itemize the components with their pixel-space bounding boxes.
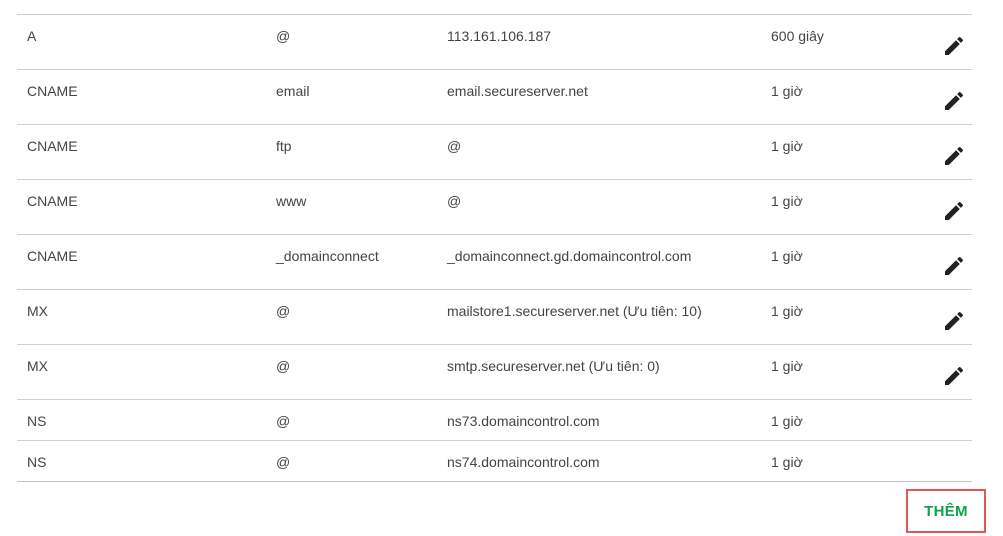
table-row: CNAME _domainconnect _domainconnect.gd.d…: [17, 235, 972, 290]
record-ttl: 1 giờ: [771, 83, 803, 99]
edit-record-button[interactable]: [940, 32, 968, 60]
record-host: ftp: [276, 138, 292, 154]
table-row: CNAME www @ 1 giờ: [17, 180, 972, 235]
record-value: 113.161.106.187: [447, 28, 552, 44]
record-value: ns73.domaincontrol.com: [447, 413, 600, 429]
record-type: NS: [27, 454, 47, 470]
record-ttl: 1 giờ: [771, 303, 803, 319]
record-type: A: [27, 28, 37, 44]
record-value: @: [447, 138, 462, 154]
table-row: CNAME ftp @ 1 giờ: [17, 125, 972, 180]
record-value: mailstore1.secureserver.net (Ưu tiên: 10…: [447, 303, 702, 319]
record-host: _domainconnect: [276, 248, 379, 264]
pencil-icon: [945, 146, 964, 165]
record-ttl: 1 giờ: [771, 413, 803, 429]
record-host: @: [276, 358, 291, 374]
edit-record-button[interactable]: [940, 252, 968, 280]
edit-record-button[interactable]: [940, 142, 968, 170]
pencil-icon: [945, 36, 964, 55]
add-record-button[interactable]: THÊM: [906, 489, 986, 533]
dns-records-table: A @ 113.161.106.187 600 giây CNAME email…: [17, 14, 972, 482]
record-type: NS: [27, 413, 47, 429]
record-host: @: [276, 454, 291, 470]
edit-record-button[interactable]: [940, 307, 968, 335]
record-ttl: 1 giờ: [771, 193, 803, 209]
table-row: A @ 113.161.106.187 600 giây: [17, 15, 972, 70]
record-type: CNAME: [27, 193, 78, 209]
record-type: CNAME: [27, 138, 78, 154]
edit-record-button[interactable]: [940, 87, 968, 115]
record-ttl: 1 giờ: [771, 358, 803, 374]
record-ttl: 1 giờ: [771, 138, 803, 154]
pencil-icon: [945, 311, 964, 330]
record-value: _domainconnect.gd.domaincontrol.com: [447, 248, 692, 264]
table-row: MX @ smtp.secureserver.net (Ưu tiên: 0) …: [17, 345, 972, 400]
record-value: ns74.domaincontrol.com: [447, 454, 600, 470]
record-value: smtp.secureserver.net (Ưu tiên: 0): [447, 358, 660, 374]
record-host: @: [276, 28, 291, 44]
pencil-icon: [945, 91, 964, 110]
table-row: NS @ ns74.domaincontrol.com 1 giờ: [17, 441, 972, 482]
table-row: MX @ mailstore1.secureserver.net (Ưu tiê…: [17, 290, 972, 345]
pencil-icon: [945, 201, 964, 220]
record-ttl: 1 giờ: [771, 248, 803, 264]
edit-record-button[interactable]: [940, 197, 968, 225]
pencil-icon: [945, 366, 964, 385]
record-value: email.secureserver.net: [447, 83, 588, 99]
table-row: NS @ ns73.domaincontrol.com 1 giờ: [17, 400, 972, 441]
record-type: CNAME: [27, 83, 78, 99]
table-row: CNAME email email.secureserver.net 1 giờ: [17, 70, 972, 125]
record-type: CNAME: [27, 248, 78, 264]
record-host: email: [276, 83, 310, 99]
record-type: MX: [27, 303, 48, 319]
record-value: @: [447, 193, 462, 209]
record-host: @: [276, 303, 291, 319]
record-type: MX: [27, 358, 48, 374]
record-ttl: 600 giây: [771, 28, 824, 44]
pencil-icon: [945, 256, 964, 275]
record-ttl: 1 giờ: [771, 454, 803, 470]
record-host: @: [276, 413, 291, 429]
edit-record-button[interactable]: [940, 362, 968, 390]
record-host: www: [276, 193, 307, 209]
